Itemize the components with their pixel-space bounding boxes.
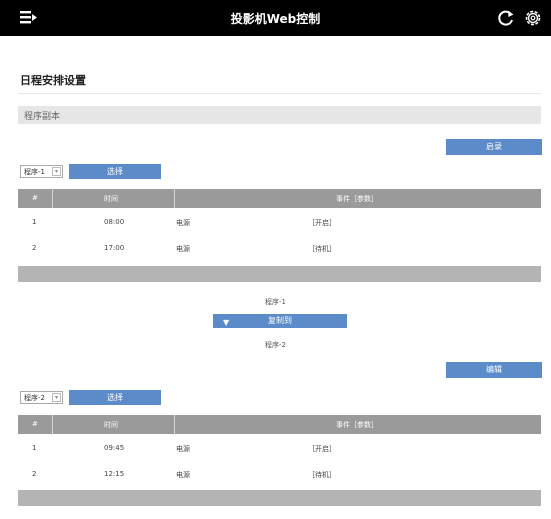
chevron-down-icon: ▾ <box>52 167 61 176</box>
header-num: # <box>32 194 38 202</box>
row-source: 电源 <box>176 445 190 453</box>
program-select-1-value: 程序-1 <box>24 168 45 176</box>
row-num: 2 <box>32 244 37 252</box>
table-header-1: # 时间 事件［参数］ <box>18 189 541 208</box>
header-time: 时间 <box>104 421 118 429</box>
top-bar: 投影机Web控制 <box>0 0 551 36</box>
row-num: 2 <box>32 470 37 478</box>
table-row[interactable]: 2 17:00 电源 ［待机］ <box>18 236 541 260</box>
table-row[interactable]: 2 12:15 电源 ［待机］ <box>18 462 541 486</box>
gear-icon[interactable] <box>523 8 543 28</box>
row-time: 12:15 <box>104 470 125 478</box>
page-title: 日程安排设置 <box>20 74 86 87</box>
row-source: 电源 <box>176 245 190 253</box>
header-divider <box>174 189 175 208</box>
row-source: 电源 <box>176 219 190 227</box>
header-divider <box>52 415 53 434</box>
header-time: 时间 <box>104 195 118 203</box>
table-row[interactable]: 1 09:45 电源 ［开启］ <box>18 436 541 460</box>
select-button-2[interactable]: 选择 <box>69 390 161 405</box>
row-num: 1 <box>32 444 37 452</box>
section-header: 程序副本 <box>18 106 541 124</box>
header-num: # <box>32 420 38 428</box>
copy-to-button[interactable]: ▼ 复制到 <box>213 314 347 328</box>
program-select-2[interactable]: 程序-2 ▾ <box>20 391 63 404</box>
refresh-icon[interactable] <box>496 8 516 28</box>
row-event: ［待机］ <box>308 245 336 253</box>
row-event: ［开启］ <box>308 219 336 227</box>
header-event: 事件［参数］ <box>336 421 378 429</box>
table-row[interactable]: 1 08:00 电源 ［开启］ <box>18 210 541 234</box>
title-divider <box>18 93 541 94</box>
edit-button[interactable]: 编辑 <box>446 362 542 378</box>
copy-source-label: 程序-1 <box>265 298 286 306</box>
copy-target-label: 程序-2 <box>265 341 286 349</box>
row-time: 09:45 <box>104 444 125 452</box>
row-num: 1 <box>32 218 37 226</box>
row-source: 电源 <box>176 471 190 479</box>
table-footer-band <box>18 490 541 506</box>
program-select-2-value: 程序-2 <box>24 394 45 402</box>
section-label: 程序副本 <box>24 112 61 122</box>
row-event: ［待机］ <box>308 471 336 479</box>
copy-to-label: 复制到 <box>268 316 292 325</box>
table-footer-band <box>18 266 541 282</box>
row-event: ［开启］ <box>308 445 336 453</box>
table-header-2: # 时间 事件［参数］ <box>18 415 541 434</box>
record-button[interactable]: 启录 <box>446 139 542 155</box>
triangle-down-icon: ▼ <box>223 318 230 327</box>
header-divider <box>174 415 175 434</box>
row-time: 17:00 <box>104 244 125 252</box>
header-event: 事件［参数］ <box>336 195 378 203</box>
chevron-down-icon: ▾ <box>52 393 61 402</box>
row-time: 08:00 <box>104 218 125 226</box>
app-title: 投影机Web控制 <box>230 12 321 26</box>
select-button-1[interactable]: 选择 <box>69 164 161 179</box>
program-select-1[interactable]: 程序-1 ▾ <box>20 165 63 178</box>
header-divider <box>52 189 53 208</box>
